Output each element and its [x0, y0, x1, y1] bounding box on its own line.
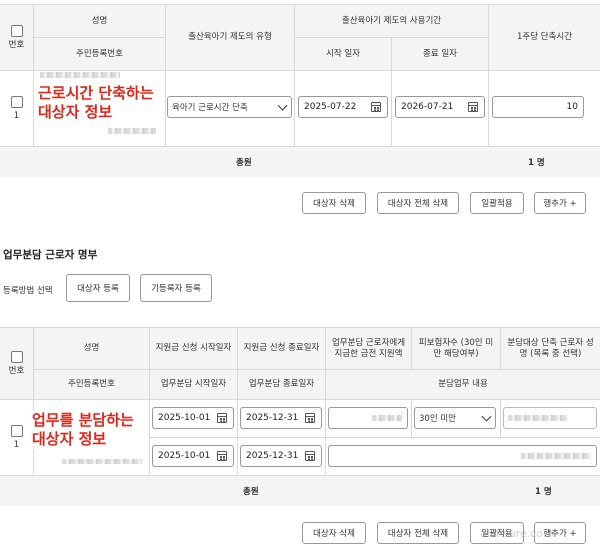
- share-start-date-input[interactable]: 2025-10-01: [152, 445, 234, 467]
- row-checkbox[interactable]: [10, 424, 23, 437]
- select-all-checkbox[interactable]: [10, 350, 23, 363]
- period-header: 출산육아기 제도의 사용기간: [294, 4, 488, 37]
- start-date-input[interactable]: 2025-07-22: [298, 96, 388, 118]
- delete-target-button[interactable]: 대상자 삭제: [302, 522, 366, 544]
- redacted-rrn: [108, 128, 156, 134]
- apply-start-date-input[interactable]: 2025-10-01: [152, 407, 234, 429]
- type-select-value: 육아기 근로시간 단축: [172, 103, 248, 113]
- apply-end-date-input[interactable]: 2025-12-31: [240, 407, 322, 429]
- summary-row: 총원 1 명: [0, 147, 600, 177]
- select-all-header: 번호: [0, 327, 33, 399]
- amount-input[interactable]: [328, 407, 408, 429]
- apply-end-header: 지원금 신청 종료일자: [237, 327, 325, 369]
- content-input[interactable]: [328, 445, 597, 467]
- summary-row: 총원 1 명: [0, 476, 600, 506]
- share-start-date-value: 2025-10-01: [158, 451, 211, 461]
- register-target-button[interactable]: 대상자 등록: [66, 274, 130, 302]
- redacted-content: [521, 453, 591, 459]
- watermark: allinsure.com: [480, 527, 554, 540]
- weekly-hours-input[interactable]: 10: [492, 96, 584, 118]
- delete-all-button[interactable]: 대상자 전체 삭제: [377, 192, 459, 214]
- apply-all-button[interactable]: 일괄적용: [470, 192, 524, 214]
- rrn-header: 주민등록번호: [33, 369, 149, 399]
- chevron-down-icon: [481, 411, 492, 422]
- insured-select-value: 30인 미만: [419, 414, 456, 424]
- name-header: 성명: [33, 327, 149, 369]
- summary-label: 총원: [243, 487, 259, 497]
- row-checkbox[interactable]: [10, 95, 23, 108]
- insured-select[interactable]: 30인 미만: [414, 407, 496, 429]
- target-select[interactable]: [503, 407, 597, 429]
- share-end-date-value: 2025-12-31: [246, 451, 299, 461]
- amount-header: 업무분담 근로자에게 지급한 금전 지원액: [325, 327, 411, 369]
- apply-start-header: 지원금 신청 시작일자: [149, 327, 237, 369]
- apply-start-date-value: 2025-10-01: [158, 413, 211, 423]
- annotation-label-1: 근로시간 단축하는 대상자 정보: [38, 84, 164, 122]
- delete-all-button[interactable]: 대상자 전체 삭제: [377, 522, 459, 544]
- share-end-header: 업무분담 종료일자: [237, 369, 325, 399]
- calendar-icon[interactable]: [371, 102, 381, 112]
- method-label: 등록방법 선택: [3, 286, 53, 296]
- redacted-name: [40, 72, 120, 78]
- calendar-icon[interactable]: [217, 413, 227, 423]
- end-date-input[interactable]: 2026-07-21: [395, 96, 485, 118]
- register-existing-button[interactable]: 기등록자 등록: [140, 274, 212, 302]
- redacted-rrn: [62, 459, 142, 464]
- table-row: 1: [0, 70, 33, 146]
- summary-count: 1 명: [528, 158, 545, 168]
- content-header: 분담업무 내용: [325, 369, 600, 399]
- start-date-value: 2025-07-22: [304, 102, 357, 112]
- annotation-label-2: 업무를 분담하는 대상자 정보: [32, 411, 148, 449]
- select-all-header: 번호: [0, 4, 33, 70]
- calendar-icon[interactable]: [305, 413, 315, 423]
- start-header: 시작 일자: [294, 37, 391, 70]
- name-header: 성명: [33, 4, 165, 37]
- type-header: 출산육아기 제도의 유형: [165, 4, 294, 70]
- redacted-target: [508, 415, 568, 421]
- number-header: 번호: [8, 365, 25, 376]
- rrn-header: 주민등록번호: [33, 37, 165, 70]
- select-all-checkbox[interactable]: [10, 24, 23, 37]
- row-number: 1: [13, 439, 20, 450]
- calendar-icon[interactable]: [468, 102, 478, 112]
- number-header: 번호: [8, 39, 25, 50]
- add-row-button[interactable]: 행추가 +: [534, 192, 586, 214]
- redacted-amount: [372, 415, 402, 421]
- row-number: 1: [13, 110, 20, 121]
- end-header: 종료 일자: [391, 37, 488, 70]
- share-end-date-input[interactable]: 2025-12-31: [240, 445, 322, 467]
- apply-end-date-value: 2025-12-31: [246, 413, 299, 423]
- table-row: 1: [0, 399, 33, 475]
- calendar-icon[interactable]: [217, 451, 227, 461]
- insured-header: 피보험자수 (30인 미만 해당여부): [411, 327, 500, 369]
- summary-label: 총원: [236, 158, 252, 168]
- section-title: 업무분담 근로자 명부: [3, 249, 98, 261]
- chevron-down-icon: [277, 100, 288, 111]
- end-date-value: 2026-07-21: [401, 102, 454, 112]
- calendar-icon[interactable]: [305, 451, 315, 461]
- target-header: 분담대상 단축 근로자 성명 (목록 중 선택): [500, 327, 600, 369]
- summary-count: 1 명: [535, 487, 552, 497]
- share-start-header: 업무분담 시작일자: [149, 369, 237, 399]
- type-select[interactable]: 육아기 근로시간 단축: [167, 96, 292, 118]
- weekly-hours-header: 1주당 단축시간: [488, 4, 600, 70]
- delete-target-button[interactable]: 대상자 삭제: [302, 192, 366, 214]
- weekly-hours-value: 10: [566, 102, 578, 112]
